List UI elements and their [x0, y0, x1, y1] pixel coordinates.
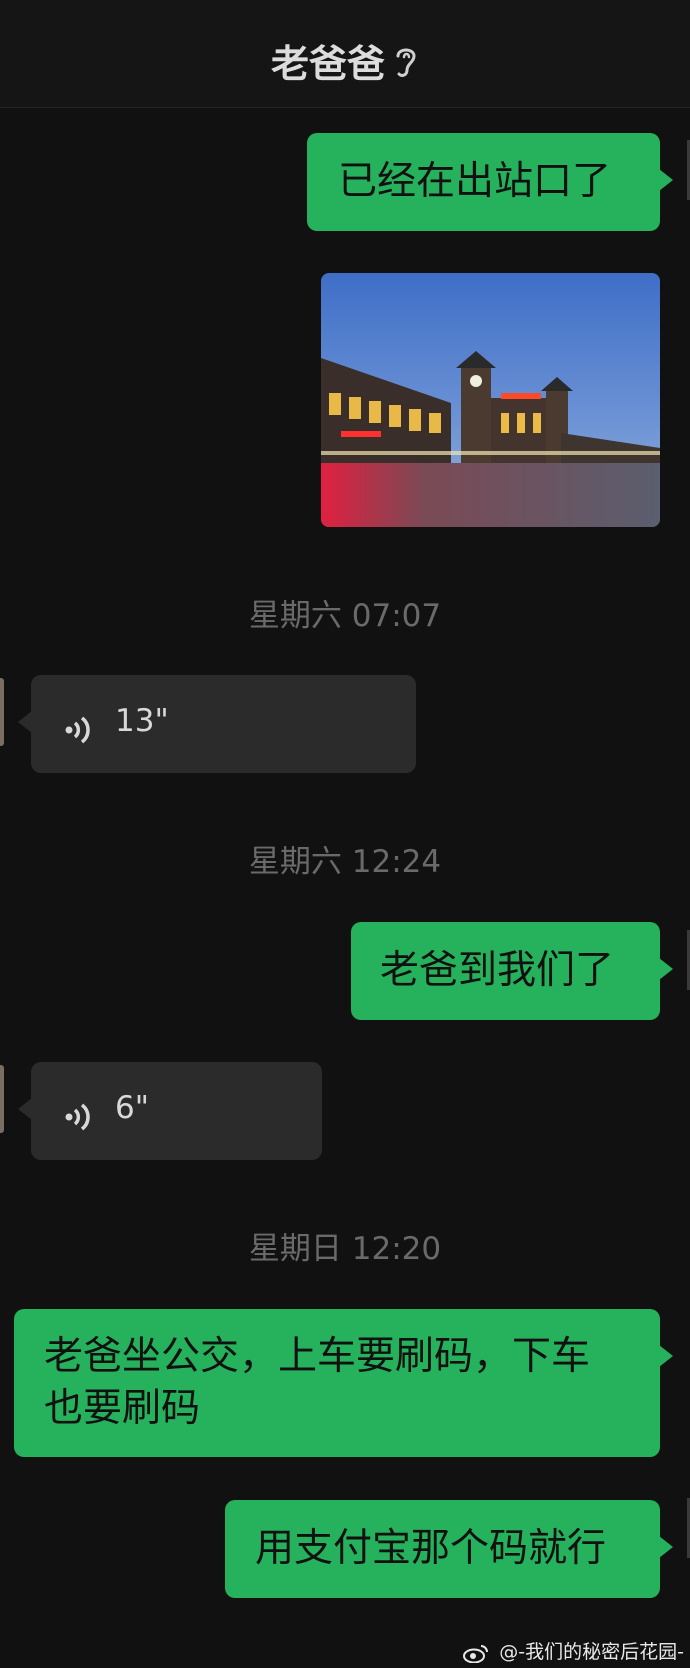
- voice-message[interactable]: 6": [18, 1062, 322, 1160]
- ear-icon: [393, 44, 419, 89]
- chat-title[interactable]: 老爸爸: [271, 42, 385, 86]
- message-text: 用支付宝那个码就行: [255, 1526, 607, 1571]
- message-text: 老爸到我们了: [380, 948, 615, 993]
- timestamp: 星期日 12:20: [248, 1231, 442, 1267]
- image-message[interactable]: [321, 273, 660, 527]
- voice-duration: 13": [115, 703, 169, 739]
- message-text-line: 老爸坐公交，上车要刷码，下车: [44, 1334, 591, 1379]
- voice-wave-icon: [65, 709, 93, 761]
- watermark: @-我们的秘密后花园-: [463, 1637, 684, 1664]
- voice-message[interactable]: 13": [18, 675, 416, 773]
- message-bubble-sent[interactable]: 已经在出站口了: [307, 133, 673, 231]
- avatar-edge-father: [0, 1065, 4, 1133]
- message-bubble-sent[interactable]: 老爸坐公交，上车要刷码，下车 也要刷码: [14, 1309, 673, 1457]
- message-bubble-sent[interactable]: 用支付宝那个码就行: [225, 1500, 673, 1598]
- voice-duration: 6": [115, 1090, 149, 1126]
- message-bubble-sent[interactable]: 老爸到我们了: [351, 922, 673, 1020]
- avatar-edge-father: [0, 678, 4, 746]
- voice-wave-icon: [65, 1096, 93, 1148]
- message-text: 已经在出站口了: [338, 159, 612, 204]
- chat-title-row: 老爸爸: [0, 33, 690, 89]
- station-photo: [321, 273, 660, 527]
- watermark-text: @-我们的秘密后花园-: [499, 1641, 684, 1663]
- timestamp: 星期六 12:24: [248, 844, 442, 880]
- chat-header: 老爸爸: [0, 0, 690, 108]
- weibo-icon: [463, 1641, 499, 1663]
- message-text-line: 也要刷码: [44, 1386, 201, 1431]
- timestamp: 星期六 07:07: [248, 598, 442, 634]
